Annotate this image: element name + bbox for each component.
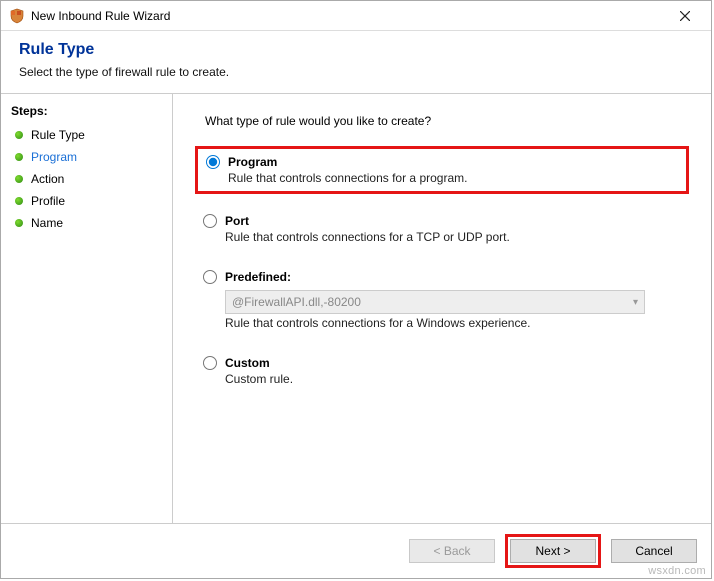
step-label: Name [31,216,63,230]
page-title: Rule Type [19,41,693,59]
option-port-title: Port [225,214,249,228]
radio-predefined[interactable] [203,270,217,284]
chevron-down-icon: ▾ [633,297,638,308]
window-title: New Inbound Rule Wizard [31,9,663,23]
step-program[interactable]: Program [11,146,162,168]
back-button: < Back [409,539,495,563]
wizard-footer: < Back Next > Cancel [1,523,711,578]
rule-type-question: What type of rule would you like to crea… [205,114,689,128]
option-port-desc: Rule that controls connections for a TCP… [225,230,681,244]
step-bullet-icon [15,197,23,205]
step-rule-type[interactable]: Rule Type [11,124,162,146]
page-subtitle: Select the type of firewall rule to crea… [19,65,693,79]
option-predefined: Predefined: @FirewallAPI.dll,-80200 ▾ Ru… [195,264,689,336]
option-custom-desc: Custom rule. [225,372,681,386]
step-action[interactable]: Action [11,168,162,190]
option-program-row[interactable]: Program [206,155,678,169]
option-program-desc: Rule that controls connections for a pro… [228,171,678,185]
option-predefined-desc: Rule that controls connections for a Win… [225,316,681,330]
step-profile[interactable]: Profile [11,190,162,212]
predefined-value: @FirewallAPI.dll,-80200 [232,295,361,309]
wizard-header: Rule Type Select the type of firewall ru… [1,31,711,93]
step-label: Rule Type [31,128,85,142]
option-program: Program Rule that controls connections f… [195,146,689,194]
option-custom-title: Custom [225,356,270,370]
step-bullet-icon [15,219,23,227]
close-button[interactable] [663,2,707,30]
predefined-dropdown: @FirewallAPI.dll,-80200 ▾ [225,290,645,314]
next-button-highlight: Next > [505,534,601,568]
option-predefined-title: Predefined: [225,270,291,284]
radio-custom[interactable] [203,356,217,370]
option-port: Port Rule that controls connections for … [195,208,689,250]
step-name[interactable]: Name [11,212,162,234]
option-port-row[interactable]: Port [203,214,681,228]
step-label: Action [31,172,64,186]
step-bullet-icon [15,175,23,183]
next-button[interactable]: Next > [510,539,596,563]
step-label: Profile [31,194,65,208]
app-icon [9,8,25,24]
radio-program[interactable] [206,155,220,169]
wizard-window: New Inbound Rule Wizard Rule Type Select… [0,0,712,579]
step-bullet-icon [15,131,23,139]
option-custom: Custom Custom rule. [195,350,689,392]
option-predefined-row[interactable]: Predefined: [203,270,681,284]
titlebar: New Inbound Rule Wizard [1,1,711,31]
close-icon [680,11,690,21]
step-label: Program [31,150,77,164]
option-program-title: Program [228,155,277,169]
wizard-body: Steps: Rule Type Program Action Profile … [1,93,711,523]
step-bullet-icon [15,153,23,161]
radio-port[interactable] [203,214,217,228]
steps-label: Steps: [11,104,162,118]
content-panel: What type of rule would you like to crea… [173,94,711,523]
steps-sidebar: Steps: Rule Type Program Action Profile … [1,94,173,523]
cancel-button[interactable]: Cancel [611,539,697,563]
option-custom-row[interactable]: Custom [203,356,681,370]
